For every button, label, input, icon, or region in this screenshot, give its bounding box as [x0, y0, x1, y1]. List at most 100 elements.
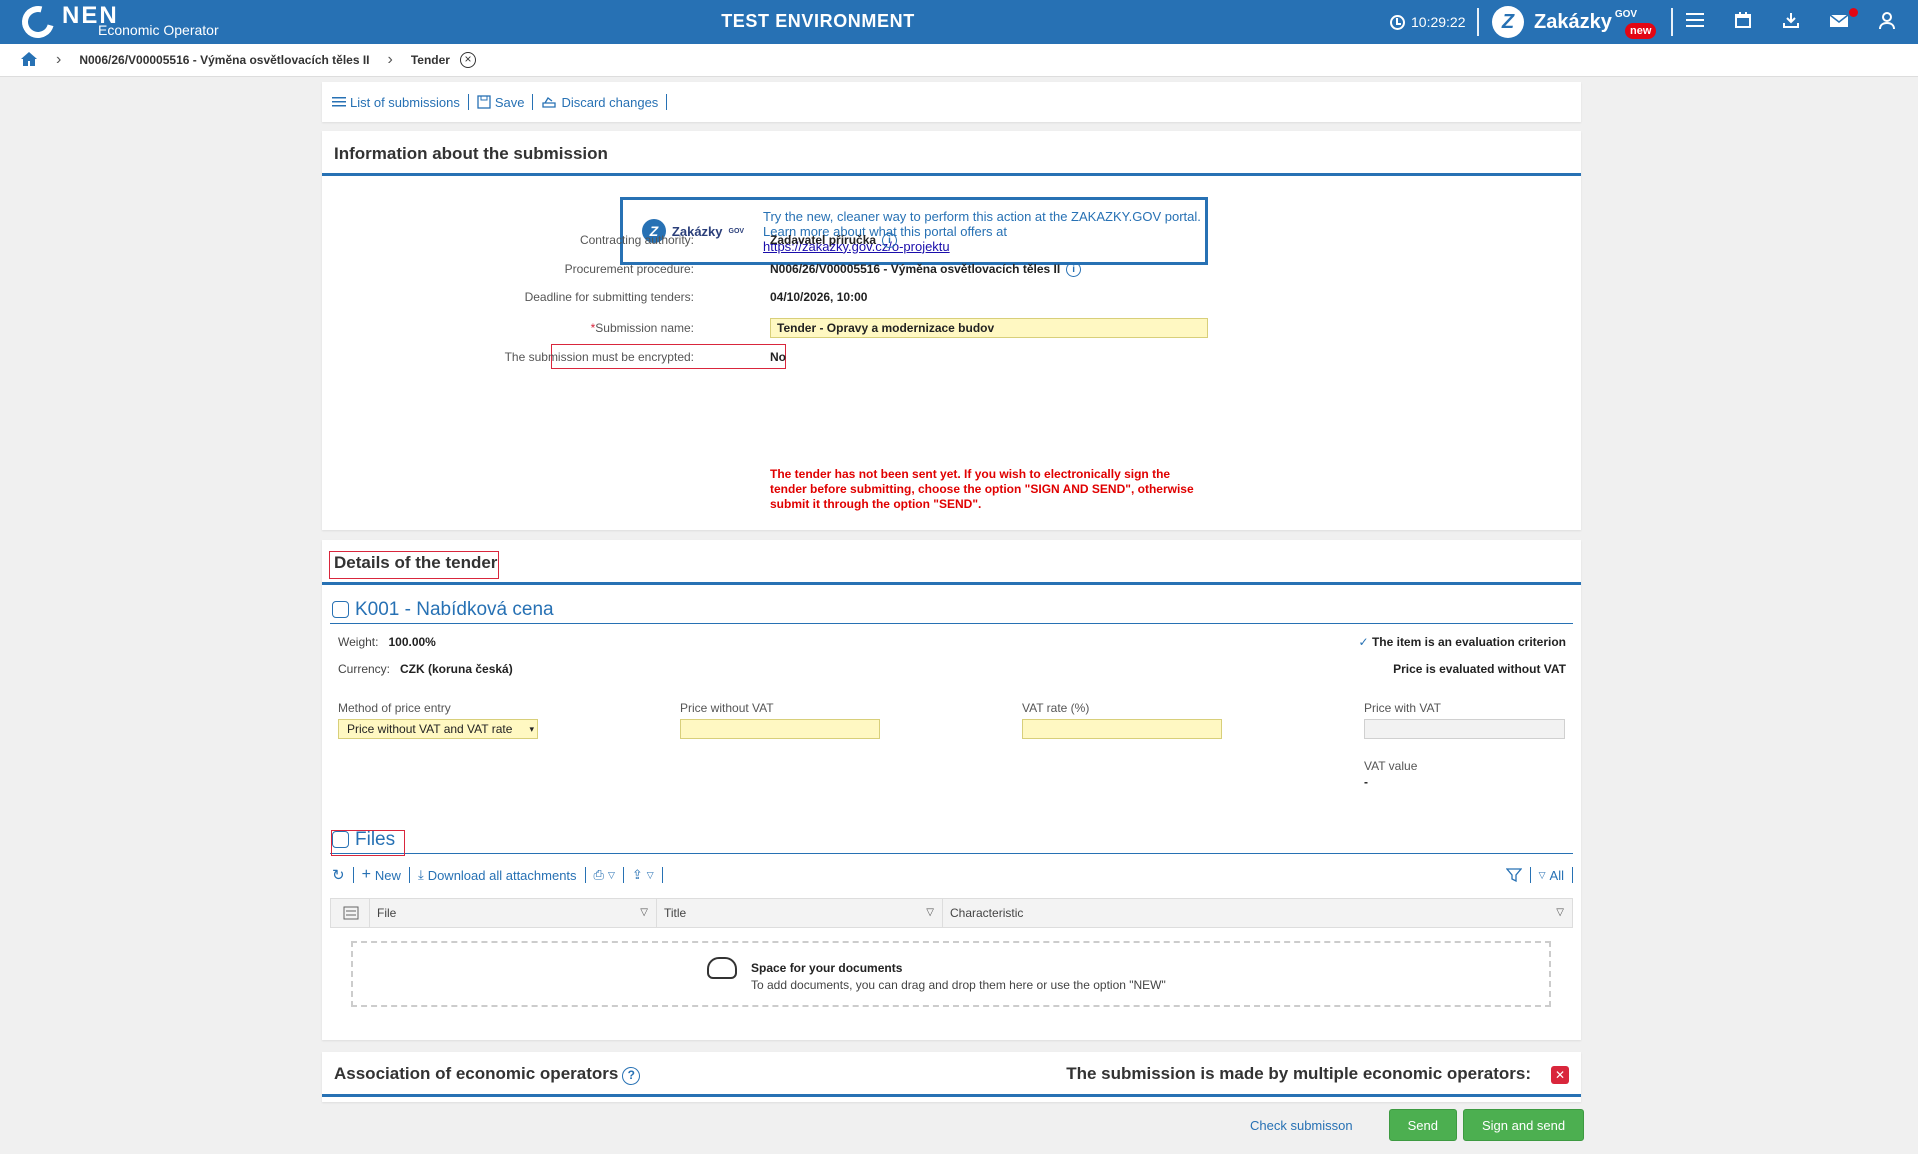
divider — [1529, 867, 1531, 883]
field-label: Contracting authority: — [579, 233, 694, 247]
price-with-vat-label: Price with VAT — [1364, 701, 1441, 715]
drop-title: Space for your documents — [751, 961, 903, 975]
association-title-wrap: Association of economic operators? — [334, 1051, 641, 1096]
new-file-button[interactable]: + New — [362, 866, 401, 884]
top-bar: NEN Economic Operator TEST ENVIRONMENT 1… — [0, 0, 1918, 44]
item-title: K001 - Nabídková cena — [355, 599, 554, 620]
divider — [1572, 867, 1573, 883]
field-value: Zadavatel příručka — [770, 233, 877, 247]
tender-details-section: Details of the tender K001 - Nabídková c… — [322, 540, 1581, 1040]
refresh-icon[interactable]: ↻ — [332, 866, 345, 884]
association-title: Association of economic operators — [334, 1063, 619, 1083]
highlight-box — [331, 830, 405, 856]
download-label: Download all attachments — [427, 867, 577, 883]
save-button[interactable]: Save — [477, 95, 524, 110]
info-icon[interactable]: i — [882, 233, 898, 249]
file-drop-zone[interactable]: Space for your documents To add document… — [351, 941, 1551, 1007]
field-label: The submission must be encrypted: — [504, 350, 694, 364]
action-toolbar: List of submissions Save Discard changes — [322, 82, 1581, 122]
help-icon[interactable]: ? — [622, 1066, 641, 1085]
divider — [661, 867, 663, 883]
price-without-vat-input[interactable] — [680, 719, 880, 739]
menu-icon[interactable] — [1685, 12, 1705, 32]
discard-changes-button[interactable]: Discard changes — [541, 95, 658, 110]
contracting-authority-value: Zadavatel příručka i — [770, 233, 898, 249]
divider — [1671, 8, 1673, 36]
column-label: Title — [664, 906, 687, 920]
vat-rate-label: VAT rate (%) — [1022, 701, 1090, 715]
filter-button[interactable] — [1505, 868, 1522, 882]
vat-rate-input[interactable] — [1022, 719, 1222, 739]
vat-value-label: VAT value — [1364, 759, 1418, 773]
encrypted-row: The submission must be encrypted: No — [322, 347, 1581, 367]
new-label: New — [374, 867, 401, 883]
zakazky-portal-link[interactable]: Z Zakázky GOV new — [1492, 6, 1657, 39]
list-icon — [332, 97, 346, 107]
info-icon[interactable]: i — [1066, 262, 1082, 278]
user-icon[interactable] — [1877, 12, 1897, 32]
chevron-down-icon: ▽ — [1538, 869, 1546, 880]
divider — [467, 94, 469, 110]
print-menu-button[interactable]: ⎙ ▽ — [594, 867, 615, 883]
all-label: All — [1549, 867, 1564, 883]
files-header: Files — [330, 826, 1573, 854]
column-file[interactable]: File ▽ — [369, 899, 656, 927]
zakazky-logo-icon: Z — [1492, 6, 1524, 38]
column-title[interactable]: Title ▽ — [656, 899, 942, 927]
portal-name: Zakázky — [1534, 10, 1612, 33]
download-icon[interactable] — [1781, 12, 1801, 32]
list-label: List of submissions — [350, 94, 460, 110]
filter-icon[interactable]: ▽ — [640, 899, 648, 927]
filter-icon[interactable]: ▽ — [1556, 899, 1564, 927]
column-characteristic[interactable]: Characteristic ▽ — [942, 899, 1572, 927]
plus-icon: + — [361, 866, 371, 883]
weight-value: 100.00% — [388, 635, 436, 649]
mail-icon[interactable] — [1829, 12, 1849, 32]
home-icon[interactable] — [20, 51, 38, 70]
criterion-text: The item is an evaluation criterion — [1371, 635, 1566, 649]
divider — [666, 94, 668, 110]
discard-label: Discard changes — [561, 94, 659, 110]
submission-name-label: Submission name: — [595, 321, 694, 335]
check-submission-button[interactable]: Check submisson — [1250, 1118, 1353, 1133]
puzzle-icon — [332, 601, 349, 618]
list-of-submissions-button[interactable]: List of submissions — [332, 95, 460, 110]
calendar-icon[interactable] — [1733, 12, 1753, 32]
method-select[interactable]: Price without VAT and VAT rate ▾ — [338, 719, 538, 739]
chevron-down-icon: ▽ — [607, 869, 615, 880]
multiple-operators-label: The submission is made by multiple econo… — [1066, 1063, 1531, 1083]
clock-icon — [1390, 14, 1405, 30]
breadcrumb-current: Tender — [410, 53, 450, 67]
send-button[interactable]: Send — [1388, 1109, 1457, 1141]
multiple-operators-wrap: The submission is made by multiple econo… — [1066, 1051, 1569, 1096]
encrypted-value: No — [770, 350, 786, 364]
chevron-right-icon: › — [387, 51, 393, 68]
download-icon: ⤓ — [417, 867, 424, 882]
submission-name-input[interactable]: Tender - Opravy a modernizace budov — [770, 318, 1208, 338]
multiple-operators-toggle[interactable]: ✕ — [1551, 1065, 1569, 1084]
procedure-value: N006/26/V00005516 - Výměna osvětlovacích… — [770, 262, 1082, 278]
chevron-down-icon: ▽ — [646, 869, 654, 880]
download-all-button[interactable]: ⤓ Download all attachments — [418, 867, 577, 883]
session-clock: 10:29:22 — [1390, 14, 1466, 30]
criterion-note: ✓ The item is an evaluation criterion — [1359, 635, 1566, 649]
procedure-row: Procurement procedure: N006/26/V00005516… — [322, 259, 1581, 279]
bottom-actions: Check submisson Send Sign and send — [1250, 1109, 1585, 1141]
new-badge: new — [1625, 23, 1657, 39]
sign-and-send-button[interactable]: Sign and send — [1462, 1109, 1585, 1141]
divider — [532, 94, 534, 110]
highlight-box — [329, 551, 499, 579]
breadcrumb-procedure[interactable]: N006/26/V00005516 - Výměna osvětlovacích… — [79, 53, 369, 67]
breadcrumb: › N006/26/V00005516 - Výměna osvětlovací… — [0, 44, 1918, 77]
print-icon: ⎙ — [593, 867, 604, 882]
filter-icon[interactable]: ▽ — [926, 899, 934, 927]
portal-sup: GOV — [1614, 8, 1638, 20]
mail-notification-dot — [1849, 8, 1858, 17]
column-settings-icon[interactable] — [331, 899, 369, 927]
close-tab-icon[interactable]: × — [459, 52, 476, 68]
view-all-button[interactable]: ▽ All — [1539, 868, 1564, 883]
export-menu-button[interactable]: ⇪ ▽ — [632, 867, 654, 883]
deadline-row: Deadline for submitting tenders: 04/10/2… — [322, 287, 1581, 307]
field-label: *Submission name: — [591, 321, 694, 335]
chevron-right-icon: › — [56, 51, 62, 68]
